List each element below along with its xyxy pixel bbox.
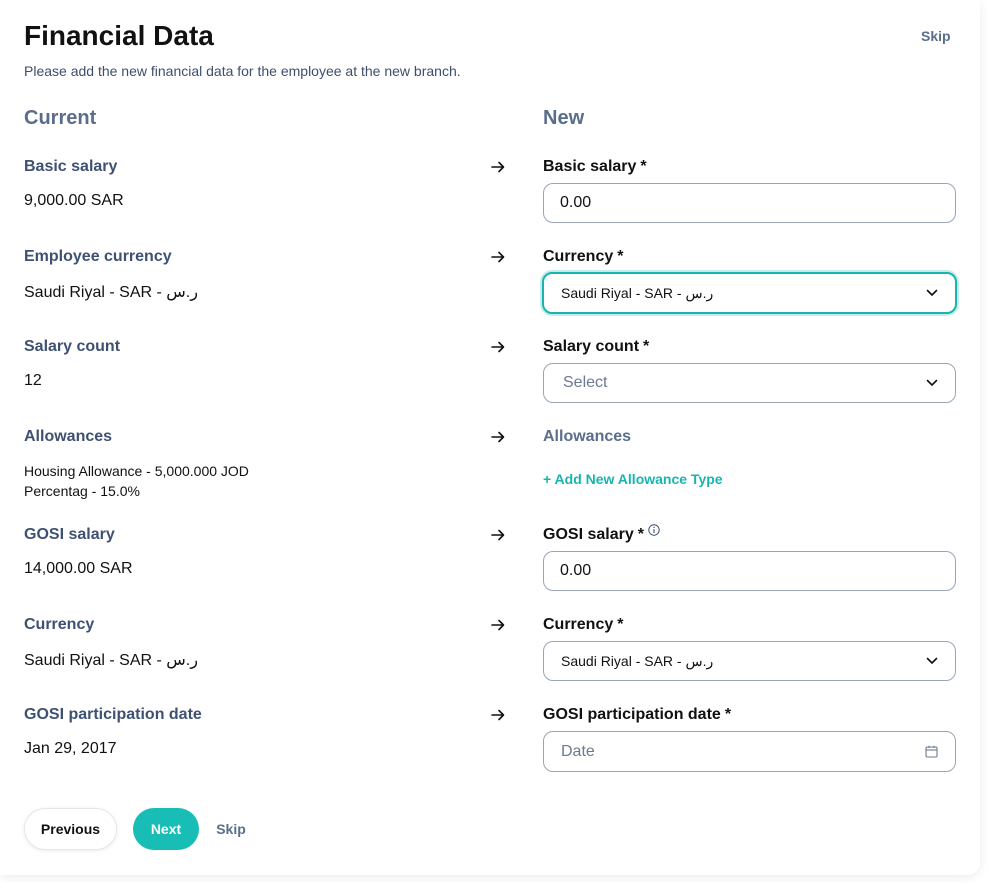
current-basic-salary-label: Basic salary bbox=[24, 158, 118, 175]
current-gosi-currency-label: Currency bbox=[24, 616, 95, 633]
gosi-date-placeholder: Date bbox=[561, 742, 595, 760]
required-marker: * bbox=[617, 248, 624, 265]
financial-data-card: Financial Data Please add the new financ… bbox=[0, 0, 980, 875]
page-subtitle: Please add the new financial data for th… bbox=[24, 63, 461, 79]
chevron-down-icon bbox=[926, 379, 938, 386]
required-marker: * bbox=[724, 706, 732, 723]
current-gosi-salary-label: GOSI salary bbox=[24, 526, 115, 543]
required-marker: * bbox=[617, 616, 624, 633]
page-title: Financial Data bbox=[24, 20, 214, 51]
arrow-right-icon bbox=[491, 341, 505, 353]
info-icon[interactable] bbox=[648, 524, 660, 536]
skip-link-top[interactable]: Skip bbox=[921, 28, 951, 44]
arrow-right-icon bbox=[491, 251, 505, 263]
current-salary-count-label: Salary count bbox=[24, 338, 121, 355]
new-gosi-currency-label: Currency * bbox=[543, 616, 624, 633]
new-salary-count-label: Salary count * bbox=[543, 338, 650, 355]
current-column-heading: Current bbox=[24, 107, 97, 129]
new-allowances-label: Allowances bbox=[543, 428, 632, 445]
salary-count-placeholder: Select bbox=[563, 374, 608, 391]
required-marker: * bbox=[640, 158, 647, 175]
new-column-heading: New bbox=[543, 107, 585, 129]
new-gosi-date-label: GOSI participation date * bbox=[543, 706, 732, 723]
current-salary-count-value: 12 bbox=[24, 372, 42, 389]
previous-button[interactable]: Previous bbox=[24, 808, 117, 850]
current-gosi-date-value: Jan 29, 2017 bbox=[24, 740, 117, 757]
currency-selected-value: Saudi Riyal - SAR - ر.س bbox=[561, 284, 714, 301]
salary-count-select[interactable]: Select bbox=[543, 363, 956, 403]
arrow-right-icon bbox=[491, 161, 505, 173]
current-gosi-salary-value: 14,000.00 SAR bbox=[24, 560, 133, 577]
calendar-icon[interactable] bbox=[925, 745, 938, 758]
currency-select[interactable]: Saudi Riyal - SAR - ر.س bbox=[542, 272, 957, 314]
gosi-currency-select[interactable]: Saudi Riyal - SAR - ر.س bbox=[543, 641, 956, 681]
skip-button[interactable]: Skip bbox=[206, 808, 256, 850]
next-button[interactable]: Next bbox=[133, 808, 199, 850]
chevron-down-icon bbox=[926, 657, 938, 664]
current-gosi-currency-value: Saudi Riyal - SAR - ر.س bbox=[24, 652, 198, 669]
current-allowances-label: Allowances bbox=[24, 428, 113, 445]
gosi-salary-input[interactable]: 0.00 bbox=[543, 551, 956, 591]
current-employee-currency-label: Employee currency bbox=[24, 248, 172, 265]
current-allowance-item: Percentag - 15.0% bbox=[24, 483, 140, 499]
arrow-right-icon bbox=[491, 529, 505, 541]
current-gosi-date-label: GOSI participation date bbox=[24, 706, 202, 723]
current-basic-salary-value: 9,000.00 SAR bbox=[24, 192, 124, 209]
gosi-date-input[interactable]: Date bbox=[543, 731, 956, 772]
arrow-right-icon bbox=[491, 709, 505, 721]
new-gosi-salary-label: GOSI salary * bbox=[543, 524, 660, 544]
new-currency-label: Currency * bbox=[543, 248, 624, 265]
arrow-right-icon bbox=[491, 431, 505, 443]
add-allowance-type-link[interactable]: + Add New Allowance Type bbox=[543, 471, 723, 487]
gosi-currency-selected-value: Saudi Riyal - SAR - ر.س bbox=[561, 652, 714, 669]
new-basic-salary-label: Basic salary * bbox=[543, 158, 647, 175]
current-employee-currency-value: Saudi Riyal - SAR - ر.س bbox=[24, 284, 198, 301]
required-marker: * bbox=[637, 526, 644, 543]
basic-salary-input[interactable]: 0.00 bbox=[543, 183, 956, 223]
chevron-down-icon bbox=[926, 289, 938, 296]
current-allowance-item: Housing Allowance - 5,000.000 JOD bbox=[24, 463, 249, 479]
arrow-right-icon bbox=[491, 619, 505, 631]
required-marker: * bbox=[643, 338, 650, 355]
